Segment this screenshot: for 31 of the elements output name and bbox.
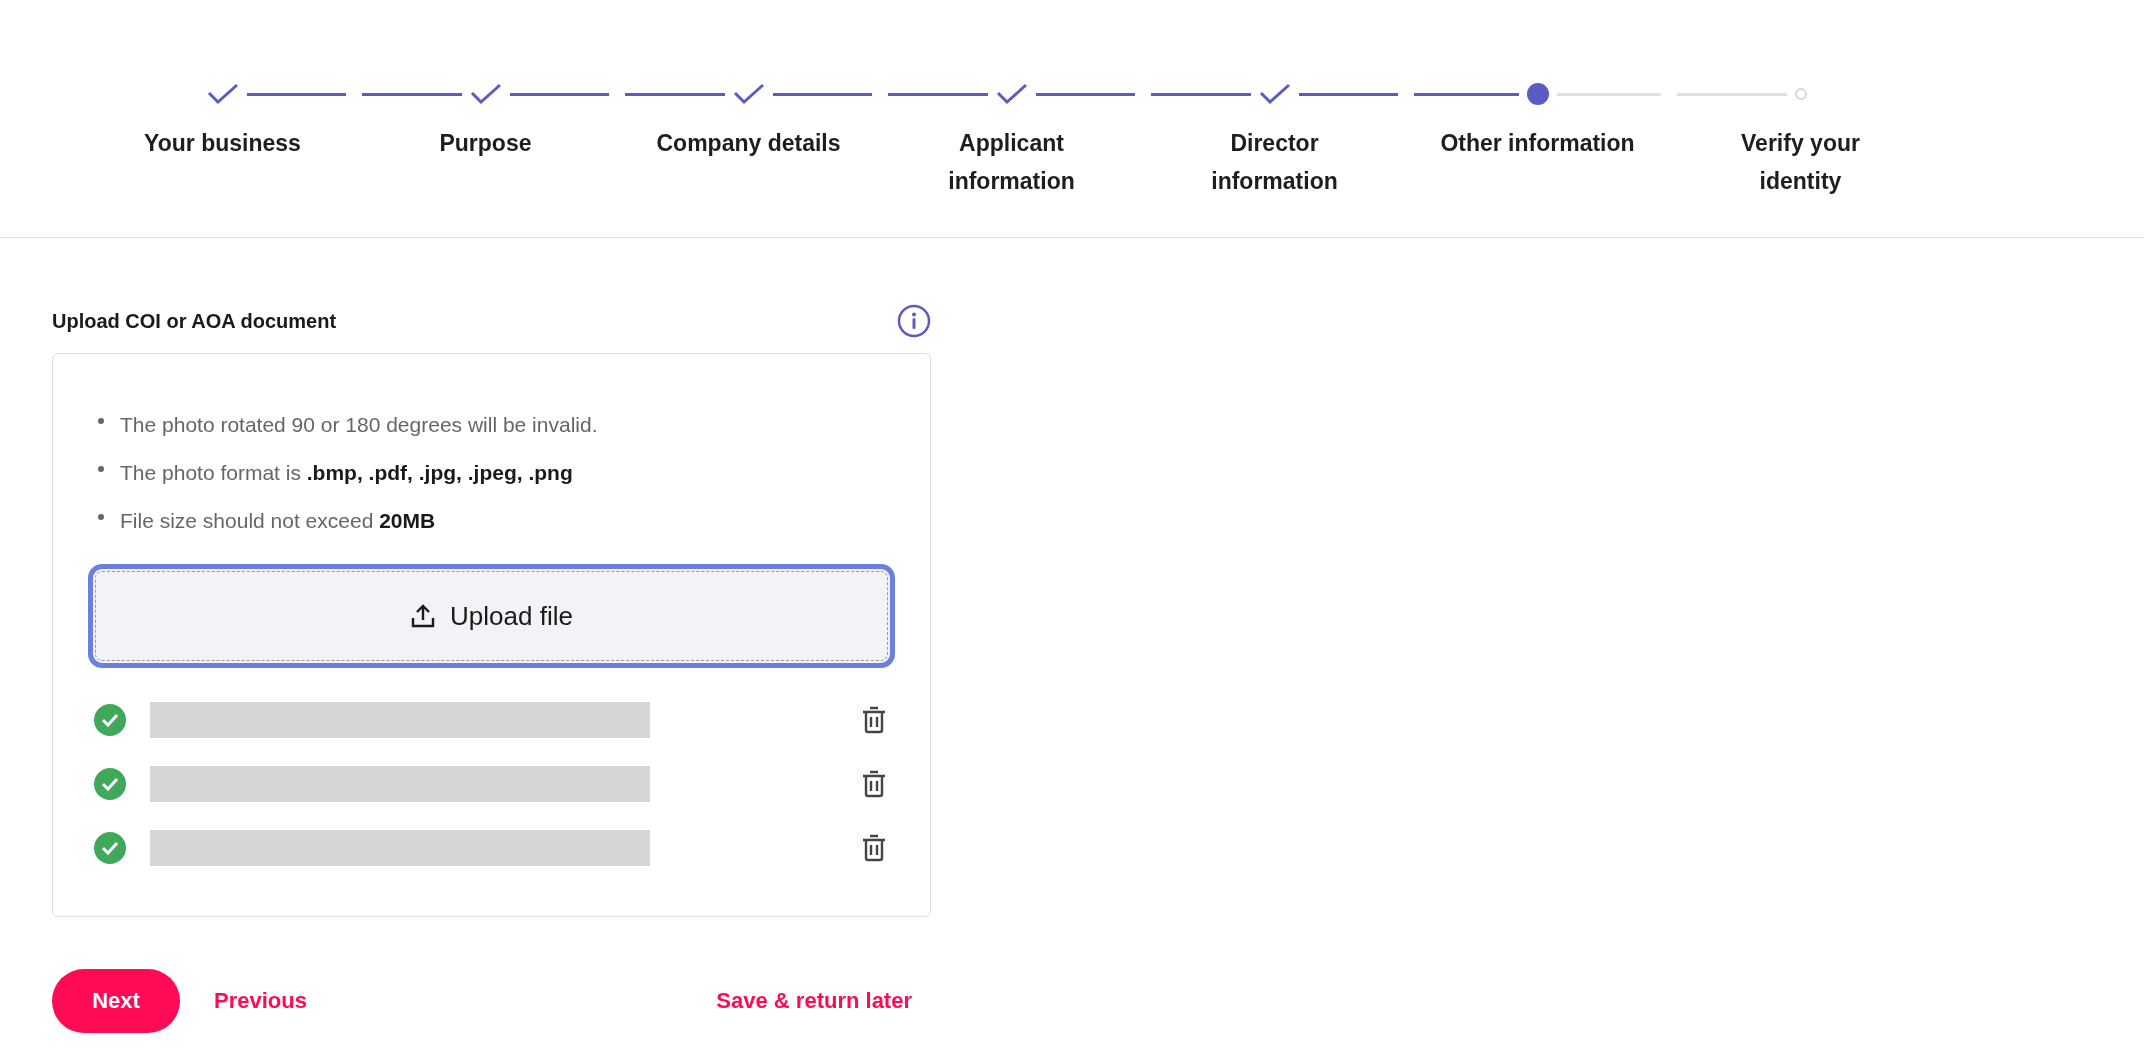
rule-text: File size should not exceed 20MB [120,508,436,534]
step-label: Director information [1211,129,1338,196]
bullet-icon [98,466,104,472]
upload-file-button[interactable]: Upload file [88,564,895,668]
trash-icon [861,834,887,862]
step-label: Applicant information [948,129,1075,196]
save-return-later-link[interactable]: Save & return later [716,988,912,1014]
bullet-icon [98,418,104,424]
delete-button[interactable] [861,706,887,734]
step-label: Purpose [439,129,532,158]
delete-button[interactable] [861,770,887,798]
rule-text: The photo format is .bmp, .pdf, .jpg, .jpeg, .png [120,460,573,486]
check-icon [469,83,502,105]
trash-icon [861,770,887,798]
upload-icon [410,603,437,629]
check-icon [995,83,1028,105]
step-label: Your business [144,129,301,158]
previous-link[interactable]: Previous [214,988,307,1014]
info-icon[interactable] [897,304,931,338]
delete-button[interactable] [861,834,887,862]
bullet-icon [98,514,104,520]
step-label: Verify your identity [1741,129,1860,196]
check-icon [732,83,765,105]
check-icon [206,83,239,105]
rule-text: The photo rotated 90 or 180 degrees will be invalid. [120,412,598,438]
step-label: Company details [656,129,841,158]
check-icon [1258,83,1291,105]
section-title: Upload COI or AOA document [52,309,337,333]
step-label: Other information [1440,129,1635,158]
trash-icon [861,706,887,734]
next-button[interactable]: Next [52,969,180,1033]
